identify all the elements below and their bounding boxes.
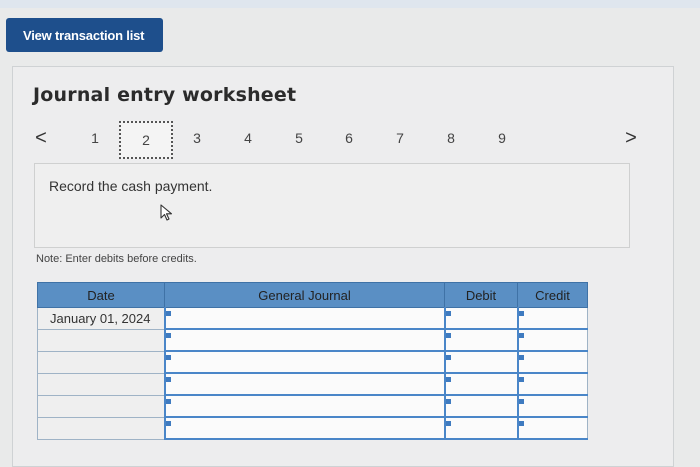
debit-input[interactable] <box>443 307 518 330</box>
page-5[interactable]: 5 <box>288 130 310 150</box>
table-row <box>37 394 588 418</box>
input-marker-icon <box>165 310 171 316</box>
page-7[interactable]: 7 <box>389 130 411 150</box>
table-row <box>37 328 588 352</box>
credit-input[interactable] <box>516 372 588 396</box>
table-row <box>37 372 588 396</box>
table-row <box>37 350 588 374</box>
debit-input[interactable] <box>443 394 518 418</box>
view-transaction-list-button[interactable]: View transaction list <box>6 18 163 52</box>
date-cell <box>37 394 165 418</box>
debit-input[interactable] <box>443 350 518 374</box>
worksheet-title: Journal entry worksheet <box>33 84 297 106</box>
input-marker-icon <box>445 376 451 382</box>
prev-arrow-icon[interactable]: < <box>30 126 52 150</box>
account-input[interactable] <box>163 416 445 440</box>
worksheet-pager: < 1 2 3 4 5 6 7 8 9 > <box>26 118 646 162</box>
account-input[interactable] <box>163 307 445 330</box>
top-strip <box>0 0 700 8</box>
mouse-pointer-icon <box>160 204 173 221</box>
account-input[interactable] <box>163 350 445 374</box>
page-8[interactable]: 8 <box>440 130 462 150</box>
account-input[interactable] <box>163 328 445 352</box>
date-cell <box>37 350 165 374</box>
debit-input[interactable] <box>443 372 518 396</box>
journal-header-row: Date General Journal Debit Credit <box>37 282 588 308</box>
debit-input[interactable] <box>443 328 518 352</box>
input-marker-icon <box>165 420 171 426</box>
input-marker-icon <box>518 420 524 426</box>
date-cell: January 01, 2024 <box>37 307 165 330</box>
column-header-debit: Debit <box>444 282 518 308</box>
column-header-date: Date <box>37 282 165 308</box>
input-marker-icon <box>165 354 171 360</box>
next-arrow-icon[interactable]: > <box>620 126 642 150</box>
instruction-box: Record the cash payment. <box>34 163 630 248</box>
input-marker-icon <box>445 420 451 426</box>
page-3[interactable]: 3 <box>186 130 208 150</box>
page-6[interactable]: 6 <box>338 130 360 150</box>
page-1[interactable]: 1 <box>84 130 106 150</box>
credit-input[interactable] <box>516 394 588 418</box>
table-row <box>37 416 588 440</box>
input-marker-icon <box>445 354 451 360</box>
credit-input[interactable] <box>516 416 588 440</box>
date-cell <box>37 372 165 396</box>
input-marker-icon <box>518 354 524 360</box>
input-marker-icon <box>518 376 524 382</box>
page-4[interactable]: 4 <box>237 130 259 150</box>
column-header-general-journal: General Journal <box>164 282 445 308</box>
input-marker-icon <box>165 398 171 404</box>
input-marker-icon <box>518 332 524 338</box>
input-marker-icon <box>518 398 524 404</box>
input-marker-icon <box>165 376 171 382</box>
table-row: January 01, 2024 <box>37 307 588 330</box>
column-header-credit: Credit <box>517 282 588 308</box>
input-marker-icon <box>445 398 451 404</box>
date-cell <box>37 328 165 352</box>
input-marker-icon <box>165 332 171 338</box>
input-marker-icon <box>445 332 451 338</box>
credit-input[interactable] <box>516 350 588 374</box>
account-input[interactable] <box>163 394 445 418</box>
journal-table: Date General Journal Debit Credit Januar… <box>37 282 588 440</box>
credit-input[interactable] <box>516 328 588 352</box>
debit-input[interactable] <box>443 416 518 440</box>
credit-input[interactable] <box>516 307 588 330</box>
input-marker-icon <box>445 310 451 316</box>
instruction-text: Record the cash payment. <box>49 178 213 194</box>
account-input[interactable] <box>163 372 445 396</box>
page-2[interactable]: 2 <box>119 121 173 159</box>
date-cell <box>37 416 165 440</box>
input-marker-icon <box>518 310 524 316</box>
note-text: Note: Enter debits before credits. <box>36 253 197 265</box>
page-9[interactable]: 9 <box>491 130 513 150</box>
